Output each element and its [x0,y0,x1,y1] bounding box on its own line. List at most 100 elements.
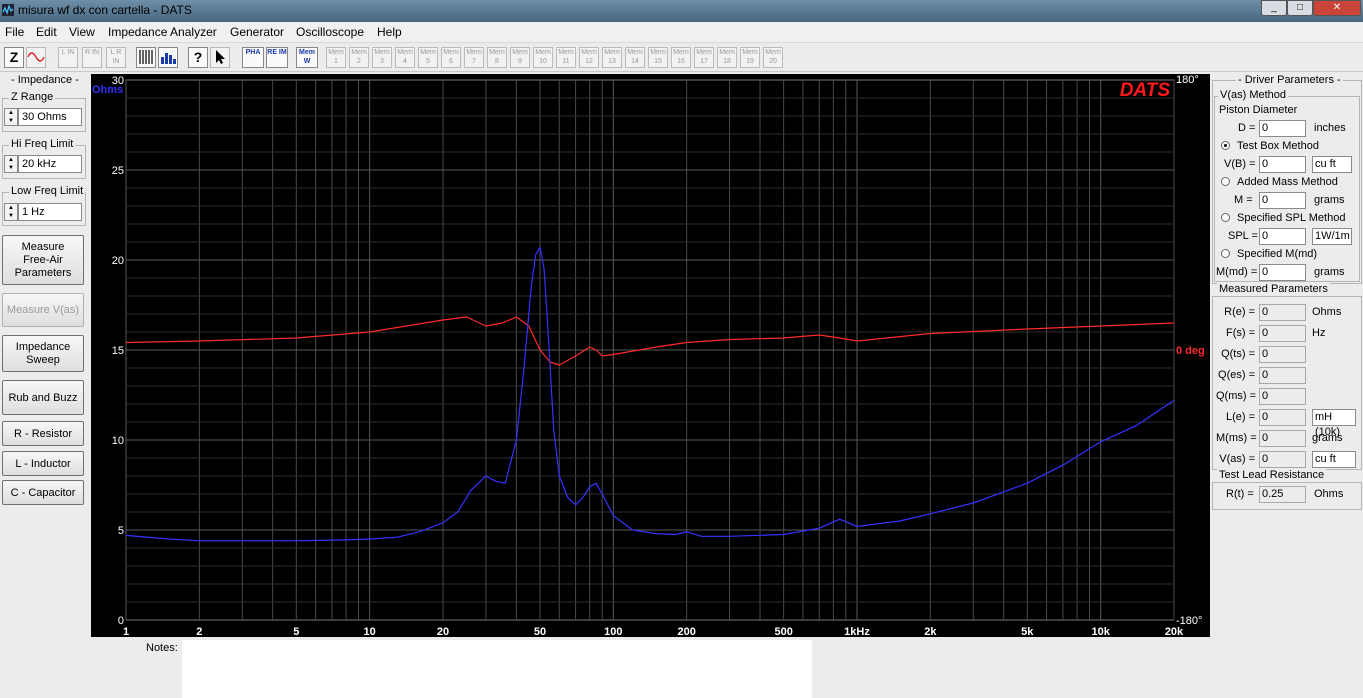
z-range-field[interactable]: 30 Ohms [18,108,82,126]
menu-bar: File Edit View Impedance Analyzer Genera… [0,22,1363,43]
measure-vas-button[interactable]: Measure V(as) [2,293,84,327]
mem-slot-button[interactable]: Mem 8 [487,47,507,68]
measure-free-air-line3: Parameters [14,266,72,279]
d-field[interactable]: 0 [1259,120,1306,137]
measure-free-air-button[interactable]: Measure Free-Air Parameters [2,235,84,285]
mem-slot-button[interactable]: Mem 3 [372,47,392,68]
measured-param-value[interactable]: 0 [1259,367,1306,384]
impedance-chart[interactable]: 1 2 5 10 20 50 100 200 500 1kHz 2k 5k 10k 20k05101520… [91,74,1210,637]
impedance-sweep-button[interactable]: Impedance Sweep [2,335,84,372]
histogram-button[interactable] [158,47,178,68]
mem-slot-button[interactable]: Mem 5 [418,47,438,68]
specified-mmd-radio[interactable] [1221,249,1230,258]
menu-edit[interactable]: Edit [36,25,57,39]
measured-param-label: Q(ms) = [1216,390,1257,402]
r-resistor-button[interactable]: R - Resistor [2,421,84,446]
mmd-field[interactable]: 0 [1259,264,1306,281]
y-left-tick-label: 25 [112,165,124,177]
mem-slot-button[interactable]: Mem 1 [326,47,346,68]
x-tick-label: 5 [293,626,299,637]
mem-slot-button[interactable]: Mem 6 [441,47,461,68]
spl-unit[interactable]: 1W/1m [1312,228,1352,245]
real-imaginary-button[interactable]: RE IM [266,47,288,68]
mem-slot-label: Mem [696,49,712,56]
impedance-sweep-line1: Impedance [15,340,71,353]
measured-param-unit[interactable]: mH (10k) [1312,409,1356,438]
mem-slot-label: Mem [443,49,459,56]
low-freq-field[interactable]: 1 Hz [18,203,82,221]
x-tick-label: 10k [1091,626,1110,637]
left-input-button[interactable]: L IN [58,47,78,68]
specified-spl-radio[interactable] [1221,213,1230,222]
mem-w-label: W [303,58,311,65]
mem-slot-button[interactable]: Mem 12 [579,47,599,68]
test-box-radio[interactable] [1221,141,1230,150]
z-range-spinner[interactable]: ▲ ▼ [4,108,18,126]
notes-field[interactable] [182,640,812,698]
mem-slot-label: Mem [719,49,735,56]
y-right-tick-label: -180° [1176,615,1202,627]
help-button[interactable]: ? [188,47,208,68]
mem-slot-button[interactable]: Mem 13 [602,47,622,68]
added-mass-label: Added Mass Method [1237,176,1338,188]
sine-mode-button[interactable] [26,47,46,68]
measured-param-unit[interactable]: cu ft [1312,451,1356,468]
low-freq-spinner[interactable]: ▲ ▼ [4,203,18,221]
mem-slot-button[interactable]: Mem 2 [349,47,369,68]
menu-impedance-analyzer[interactable]: Impedance Analyzer [108,25,217,39]
mem-slot-button[interactable]: Mem 17 [694,47,714,68]
measured-param-value[interactable]: 0 [1259,451,1306,468]
mem-write-button[interactable]: Mem W [296,47,318,68]
hi-freq-label: Hi Freq Limit [9,138,76,150]
measured-param-value[interactable]: 0 [1259,388,1306,405]
c-capacitor-button[interactable]: C - Capacitor [2,480,84,505]
measured-param-value[interactable]: 0 [1259,409,1306,426]
measured-param-value[interactable]: 0 [1259,430,1306,447]
vb-unit[interactable]: cu ft [1312,156,1352,173]
mem-slot-button[interactable]: Mem 14 [625,47,645,68]
mem-slot-button[interactable]: Mem 7 [464,47,484,68]
mem-slot-number: 15 [654,58,662,65]
phase-button[interactable]: PHA [242,47,264,68]
mem-slot-button[interactable]: Mem 16 [671,47,691,68]
y-left-tick-label: 5 [118,525,124,537]
mem-slot-button[interactable]: Mem 18 [717,47,737,68]
rt-field[interactable]: 0.25 [1259,486,1306,503]
measured-param-value[interactable]: 0 [1259,346,1306,363]
specified-spl-label: Specified SPL Method [1237,212,1346,224]
cursor-button[interactable] [210,47,230,68]
mem-slot-button[interactable]: Mem 20 [763,47,783,68]
mem-slot-button[interactable]: Mem 19 [740,47,760,68]
hi-freq-spinner[interactable]: ▲ ▼ [4,155,18,173]
menu-generator[interactable]: Generator [230,25,284,39]
left-right-input-button[interactable]: L R IN [106,47,126,68]
mem-slot-button[interactable]: Mem 15 [648,47,668,68]
menu-help[interactable]: Help [377,25,402,39]
l-inductor-button[interactable]: L - Inductor [2,451,84,476]
measured-param-value[interactable]: 0 [1259,304,1306,321]
impedance-mode-button[interactable]: Z [4,47,24,68]
measured-param-value[interactable]: 0 [1259,325,1306,342]
m-field[interactable]: 0 [1259,192,1306,209]
m-label: M = [1234,194,1253,206]
mem-slot-button[interactable]: Mem 9 [510,47,530,68]
mem-slot-button[interactable]: Mem 4 [395,47,415,68]
close-button[interactable]: ✕ [1313,0,1361,16]
spl-field[interactable]: 0 [1259,228,1306,245]
lines-button[interactable] [136,47,156,68]
menu-file[interactable]: File [5,25,24,39]
menu-view[interactable]: View [69,25,95,39]
mem-slot-button[interactable]: Mem 10 [533,47,553,68]
measure-free-air-line2: Free-Air [23,253,63,266]
maximize-button[interactable]: □ [1287,0,1313,16]
vb-field[interactable]: 0 [1259,156,1306,173]
menu-oscilloscope[interactable]: Oscilloscope [296,25,364,39]
added-mass-radio[interactable] [1221,177,1230,186]
minimize-button[interactable]: _ [1261,0,1287,16]
mem-slot-button[interactable]: Mem 11 [556,47,576,68]
rub-and-buzz-button[interactable]: Rub and Buzz [2,380,84,415]
hi-freq-field[interactable]: 20 kHz [18,155,82,173]
right-input-button[interactable]: R IN [82,47,102,68]
mem-slot-label: Mem [489,49,505,56]
impedance-sweep-line2: Sweep [26,353,60,366]
